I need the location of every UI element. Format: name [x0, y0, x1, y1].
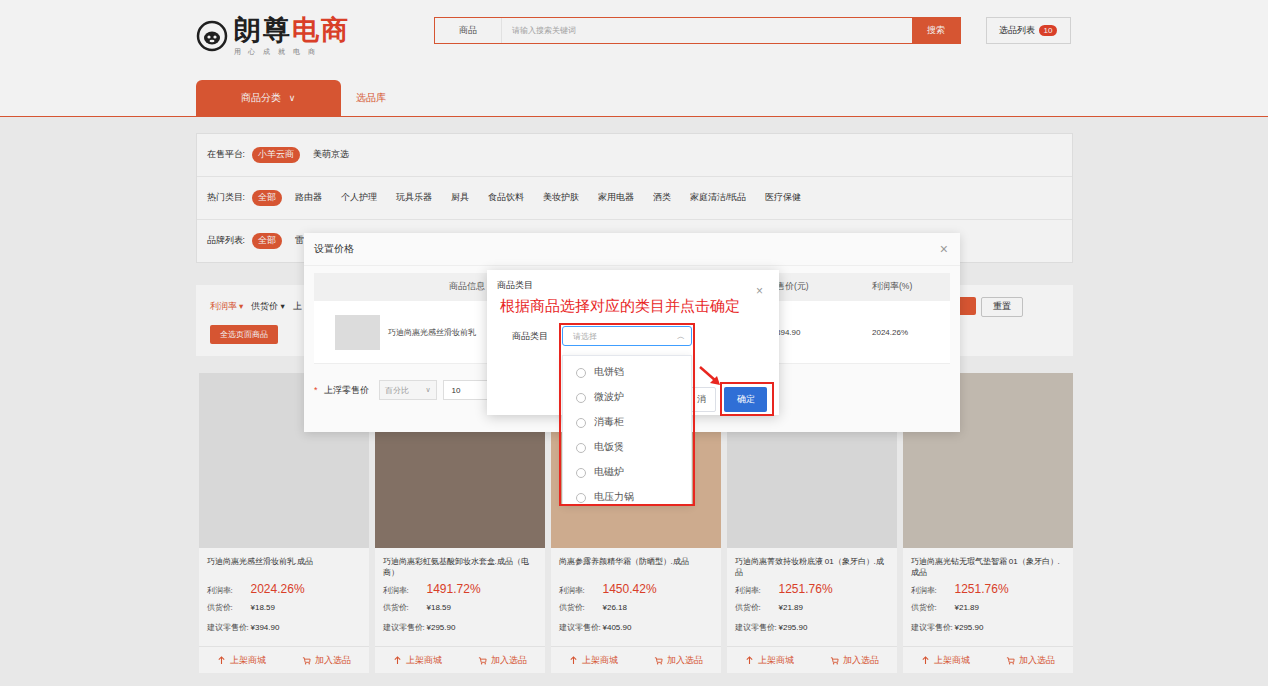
profit-rate: 2024.26% [872, 328, 950, 337]
category-option[interactable]: 电饼铛 [563, 360, 691, 385]
markup-mode-select[interactable]: 百分比∨ [379, 380, 437, 400]
page: 朗尊电商用 心 成 就 电 商商品请输入搜索关键词搜索选品列表10商品分类∨选品… [0, 0, 1268, 686]
category-option[interactable]: 消毒柜 [563, 410, 691, 435]
product-name: 巧迪尚惠光感丝滑妆前乳 [388, 327, 476, 338]
radio-icon [576, 493, 586, 503]
close-icon[interactable]: × [940, 241, 948, 257]
close-icon[interactable]: × [756, 284, 763, 298]
field-label: 商品类目 [512, 330, 562, 343]
column-header: 利润率(%) [872, 281, 950, 293]
dialog-title: 商品类目 [497, 279, 533, 292]
radio-icon [576, 418, 586, 428]
column-header: 售价(元) [776, 281, 872, 293]
category-option[interactable]: 电压力锅 [563, 485, 691, 505]
retail-price: 394.90 [776, 328, 872, 337]
category-dropdown: 电饼铛微波炉消毒柜电饭煲电磁炉电压力锅 [562, 355, 692, 505]
category-option[interactable]: 电磁炉 [563, 460, 691, 485]
annotation-box [720, 382, 774, 416]
annotation-box [559, 323, 695, 506]
category-option[interactable]: 微波炉 [563, 385, 691, 410]
radio-icon [576, 393, 586, 403]
chevron-up-icon: ︿ [677, 331, 685, 342]
radio-icon [576, 468, 586, 478]
radio-icon [576, 368, 586, 378]
annotation-text: 根据商品选择对应的类目并点击确定 [500, 297, 740, 316]
product-thumbnail [335, 315, 380, 350]
dialog-button[interactable]: 确定 [724, 387, 767, 412]
radio-icon [576, 443, 586, 453]
category-select[interactable]: 请选择︿ [562, 326, 692, 346]
dialog-title: 设置价格× [304, 233, 960, 266]
annotation-arrow-icon [697, 364, 723, 388]
category-option[interactable]: 电饭煲 [563, 435, 691, 460]
